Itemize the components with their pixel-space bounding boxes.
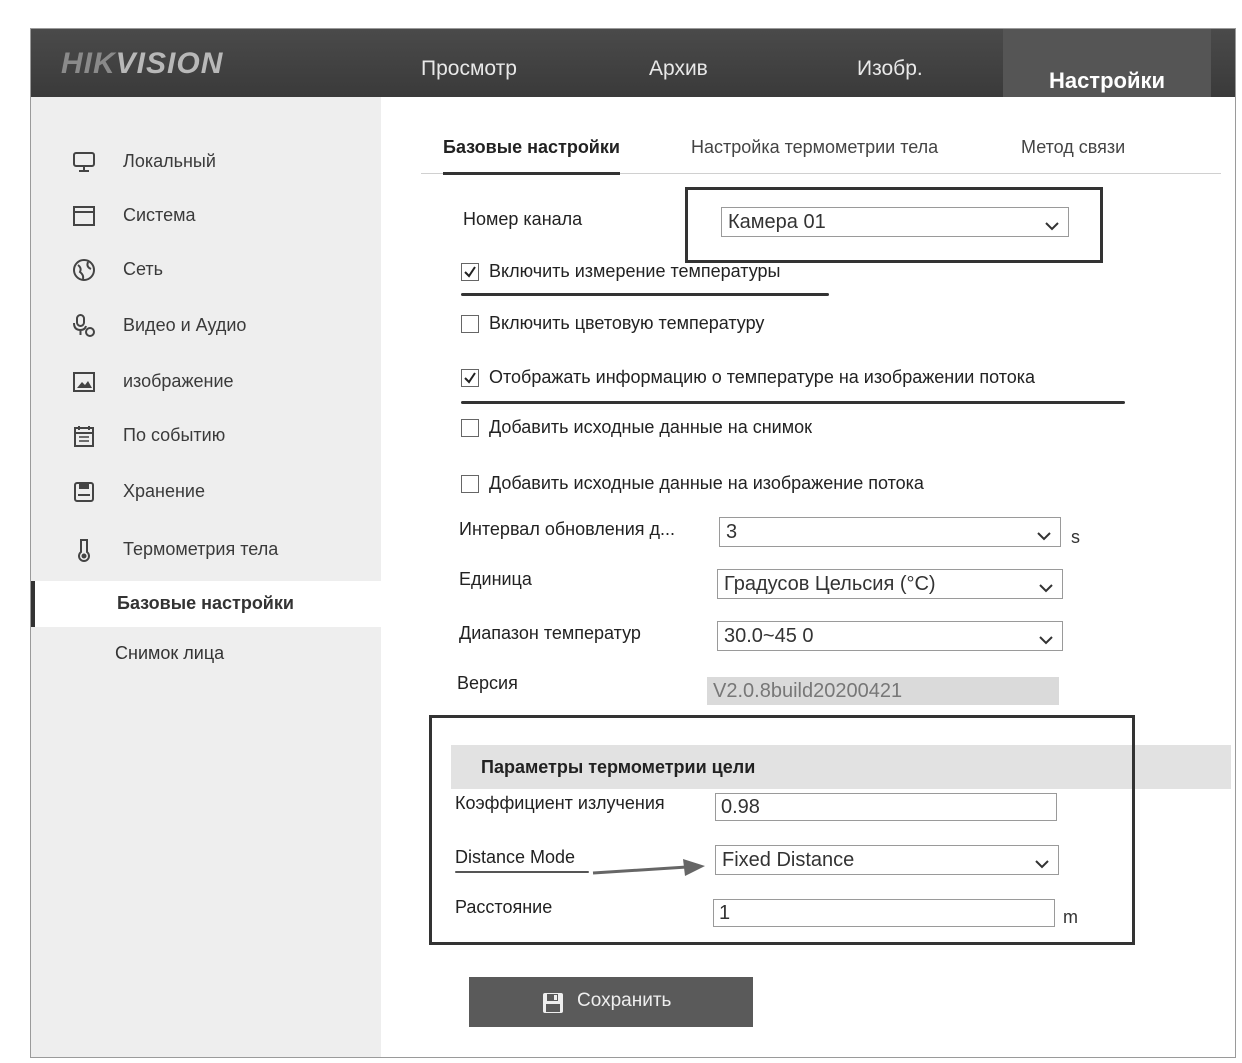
checkbox-label: Включить измерение температуры xyxy=(489,261,781,281)
sidebar-item-video-audio[interactable]: Видео и Аудио xyxy=(31,307,381,347)
nav-configuration[interactable]: Настройки xyxy=(1003,29,1211,97)
version-field: V2.0.8build20200421 xyxy=(707,677,1059,705)
checkbox-label: Включить цветовую температуру xyxy=(489,313,765,333)
unit-select[interactable]: Градусов Цельсия (°C) xyxy=(717,569,1063,599)
sidebar: Локальный Система Сеть Видео и Аудио изо… xyxy=(31,97,385,1057)
unit-select-value: Градусов Цельсия (°C) xyxy=(724,573,936,595)
unit-label: Единица xyxy=(459,569,532,589)
checkbox-box[interactable] xyxy=(461,369,479,387)
checkbox-label: Отображать информацию о температуре на и… xyxy=(489,367,1036,387)
calendar-icon xyxy=(71,423,97,449)
channel-label: Номер канала xyxy=(463,209,583,229)
monitor-icon xyxy=(71,149,97,175)
checkbox-label: Добавить исходные данные на снимок xyxy=(489,417,812,437)
window-icon xyxy=(71,203,97,229)
tab-bar: Базовые настройки Настройка термометрии … xyxy=(421,127,1221,175)
tab-linkage-method[interactable]: Метод связи xyxy=(1021,137,1125,158)
underline-annotation xyxy=(461,401,1125,404)
hikvision-logo: HIKVISION xyxy=(61,47,224,80)
sidebar-item-image[interactable]: изображение xyxy=(31,363,381,403)
temperature-range-label: Диапазон температур xyxy=(459,623,641,643)
checkbox-box[interactable] xyxy=(461,263,479,281)
sidebar-item-local[interactable]: Локальный xyxy=(31,143,381,183)
checkbox-box[interactable] xyxy=(461,419,479,437)
microphone-icon xyxy=(71,313,97,339)
sidebar-item-label: изображение xyxy=(123,371,234,391)
interval-unit: s xyxy=(1071,527,1080,547)
temperature-range-value: 30.0~45 0 xyxy=(724,625,814,647)
checkbox-box[interactable] xyxy=(461,315,479,333)
underline-annotation xyxy=(461,293,829,296)
update-interval-label: Интервал обновления д... xyxy=(459,519,675,539)
nav-playback[interactable]: Архив xyxy=(649,29,708,97)
checkbox-box[interactable] xyxy=(461,475,479,493)
save-button-label: Сохранить xyxy=(577,990,672,1011)
sidebar-item-label: Система xyxy=(123,205,196,225)
sidebar-subitem-label: Снимок лица xyxy=(115,643,225,663)
sidebar-item-label: Видео и Аудио xyxy=(123,315,247,335)
chevron-down-icon xyxy=(1038,576,1054,593)
sidebar-item-network[interactable]: Сеть xyxy=(31,251,381,291)
floppy-disk-icon xyxy=(541,991,565,1021)
update-interval-value: 3 xyxy=(726,521,738,543)
sidebar-item-label: Сеть xyxy=(123,259,164,279)
thermometer-icon xyxy=(71,537,97,563)
update-interval-select[interactable]: 3 xyxy=(719,517,1061,547)
sidebar-item-label: Термометрия тела xyxy=(123,539,279,559)
image-icon xyxy=(71,369,97,395)
chevron-down-icon xyxy=(1038,628,1054,645)
sidebar-item-label: Локальный xyxy=(123,151,216,171)
target-params-highlight-box xyxy=(429,715,1135,945)
tab-body-thermometry-settings[interactable]: Настройка термометрии тела xyxy=(691,137,938,158)
nav-picture[interactable]: Изобр. xyxy=(857,29,923,97)
channel-highlight-box xyxy=(685,187,1103,263)
temperature-range-select[interactable]: 30.0~45 0 xyxy=(717,621,1063,651)
sidebar-item-event[interactable]: По событию xyxy=(31,417,381,457)
globe-icon xyxy=(71,257,97,283)
checkbox-label: Добавить исходные данные на изображение … xyxy=(489,473,924,493)
sidebar-subitem-basic-settings[interactable]: Базовые настройки xyxy=(31,581,385,627)
sidebar-item-body-thermometry[interactable]: Термометрия тела xyxy=(31,531,381,571)
app-window: HIKVISION Просмотр Архив Изобр. Настройк… xyxy=(30,28,1236,1058)
top-navigation-bar: HIKVISION Просмотр Архив Изобр. Настройк… xyxy=(31,29,1235,97)
chevron-down-icon xyxy=(1036,524,1052,541)
save-button[interactable]: Сохранить xyxy=(469,977,753,1027)
sidebar-item-label: Хранение xyxy=(123,481,205,501)
nav-live-view[interactable]: Просмотр xyxy=(421,29,517,97)
sidebar-item-label: По событию xyxy=(123,425,226,445)
tab-basic-settings[interactable]: Базовые настройки xyxy=(443,137,620,175)
sidebar-item-storage[interactable]: Хранение xyxy=(31,473,381,513)
sidebar-item-system[interactable]: Система xyxy=(31,197,381,237)
sidebar-subitem-face-capture[interactable]: Снимок лица xyxy=(31,631,381,677)
version-label: Версия xyxy=(457,673,518,693)
storage-icon xyxy=(71,479,97,505)
sidebar-subitem-label: Базовые настройки xyxy=(117,593,294,613)
